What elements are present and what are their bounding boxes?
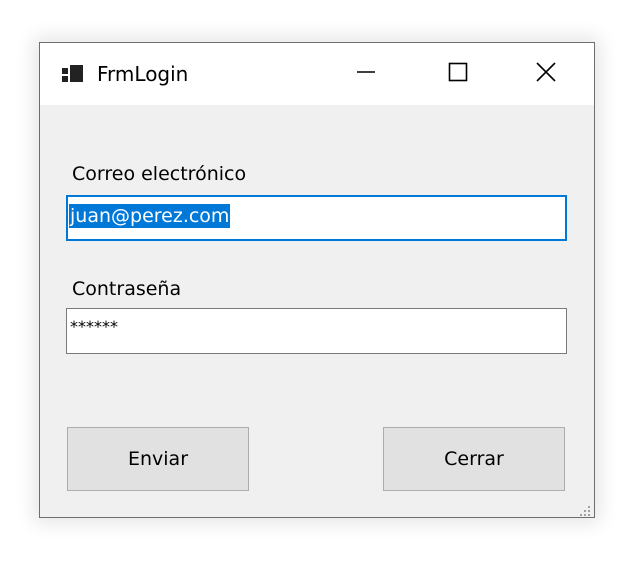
resize-grip-icon[interactable] — [579, 502, 591, 516]
email-value: juan@perez.com — [69, 204, 231, 228]
app-icon — [62, 65, 84, 83]
submit-button[interactable]: Enviar — [67, 427, 249, 491]
close-icon — [536, 62, 556, 86]
password-field[interactable]: ****** — [66, 308, 567, 354]
maximize-button[interactable] — [414, 43, 502, 105]
minimize-icon — [356, 62, 376, 86]
window-title: FrmLogin — [97, 62, 189, 86]
email-label: Correo electrónico — [72, 163, 247, 185]
close-window-button[interactable] — [502, 43, 590, 105]
password-value: ****** — [70, 317, 118, 336]
email-field[interactable]: juan@perez.com — [66, 195, 567, 241]
title-bar[interactable]: FrmLogin — [40, 43, 594, 105]
maximize-icon — [448, 62, 468, 86]
close-button[interactable]: Cerrar — [383, 427, 565, 491]
login-window: FrmLogin Correo electrónico juan@perez.c… — [39, 42, 595, 518]
minimize-button[interactable] — [322, 43, 410, 105]
password-label: Contraseña — [72, 278, 182, 300]
